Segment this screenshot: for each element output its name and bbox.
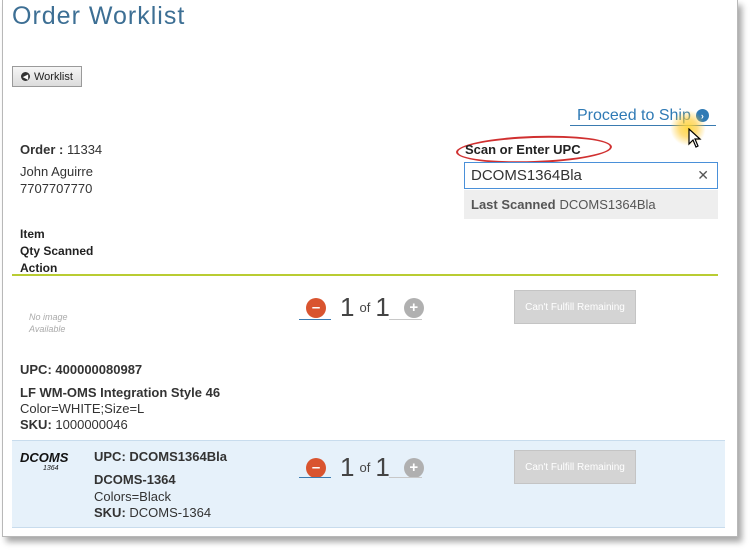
- item-upc: UPC: 400000080987: [20, 362, 142, 377]
- upc-scan-field[interactable]: ✕: [464, 162, 718, 189]
- plus-circle-icon[interactable]: +: [403, 457, 424, 478]
- qty-of: of: [359, 460, 371, 475]
- plus-underline: [389, 319, 422, 320]
- item-attributes: Colors=Black: [94, 489, 171, 504]
- upc-label: UPC:: [20, 362, 52, 377]
- upc-value: 400000080987: [55, 362, 143, 377]
- last-scanned-info: Last Scanned DCOMS1364Bla: [464, 190, 718, 219]
- column-header-action: Action: [20, 261, 58, 275]
- order-number: Order : 11334: [20, 142, 102, 157]
- minus-underline: [299, 319, 331, 320]
- no-image-text: No image: [29, 312, 68, 322]
- logo-subtext: 1364: [43, 465, 59, 471]
- item-name: DCOMS-1364: [94, 472, 176, 487]
- no-image-text: Available: [29, 324, 66, 334]
- column-header-qty-scanned: Qty Scanned: [20, 244, 94, 258]
- cant-fulfill-remaining-button[interactable]: Can't Fulfill Remaining: [514, 290, 636, 324]
- minus-circle-icon[interactable]: –: [306, 297, 326, 318]
- page-title: Order Worklist: [12, 2, 186, 30]
- table-row: No image Available – 1 of 1 + Can't Fulf…: [12, 278, 725, 438]
- back-button-label: Worklist: [34, 70, 73, 83]
- upc-input[interactable]: [471, 167, 681, 184]
- order-value: 11334: [66, 142, 103, 157]
- clear-icon[interactable]: ✕: [697, 167, 709, 184]
- qty-scanned: 1: [340, 292, 355, 322]
- quantity-stepper: – 1 of 1 +: [306, 452, 424, 483]
- customer-phone: 7707707770: [20, 181, 93, 196]
- item-sku: SKU: DCOMS-1364: [94, 505, 211, 520]
- column-header-item: Item: [20, 227, 45, 241]
- qty-of: of: [359, 300, 371, 315]
- customer-name: John Aguirre: [20, 164, 93, 179]
- cant-fulfill-remaining-button[interactable]: Can't Fulfill Remaining: [514, 450, 636, 484]
- header-divider: [12, 274, 718, 276]
- logo-text: DCOMS: [20, 450, 69, 465]
- plus-underline: [389, 477, 422, 478]
- upc-value: DCOMS1364Bla: [129, 449, 227, 464]
- sku-label: SKU:: [20, 417, 52, 432]
- back-to-worklist-button[interactable]: ◀ Worklist: [12, 66, 82, 87]
- sku-value: 1000000046: [55, 417, 128, 432]
- plus-circle-icon[interactable]: +: [403, 297, 424, 318]
- chevron-left-circle-icon: ◀: [21, 72, 30, 81]
- product-logo-image: DCOMS 1364: [20, 450, 69, 471]
- last-scanned-label: Last Scanned: [471, 197, 556, 212]
- table-row: DCOMS 1364 UPC: DCOMS1364Bla – 1 of 1 + …: [12, 440, 725, 528]
- sku-label: SKU:: [94, 505, 126, 520]
- no-image-placeholder: No image Available: [29, 311, 68, 335]
- sku-value: DCOMS-1364: [129, 505, 212, 520]
- qty-total: 1: [375, 452, 390, 482]
- item-upc: UPC: DCOMS1364Bla: [94, 449, 227, 464]
- item-name: LF WM-OMS Integration Style 46: [20, 385, 221, 400]
- item-attributes: Color=WHITE;Size=L: [20, 401, 145, 416]
- item-sku: SKU: 1000000046: [20, 417, 128, 432]
- scan-label: Scan or Enter UPC: [465, 142, 581, 157]
- qty-total: 1: [375, 292, 390, 322]
- minus-underline: [299, 477, 331, 478]
- pointer-icon: [688, 128, 702, 148]
- qty-scanned: 1: [340, 452, 355, 482]
- upc-label: UPC:: [94, 449, 126, 464]
- last-scanned-value: DCOMS1364Bla: [559, 197, 656, 212]
- minus-circle-icon[interactable]: –: [306, 457, 326, 478]
- order-label: Order :: [20, 142, 64, 157]
